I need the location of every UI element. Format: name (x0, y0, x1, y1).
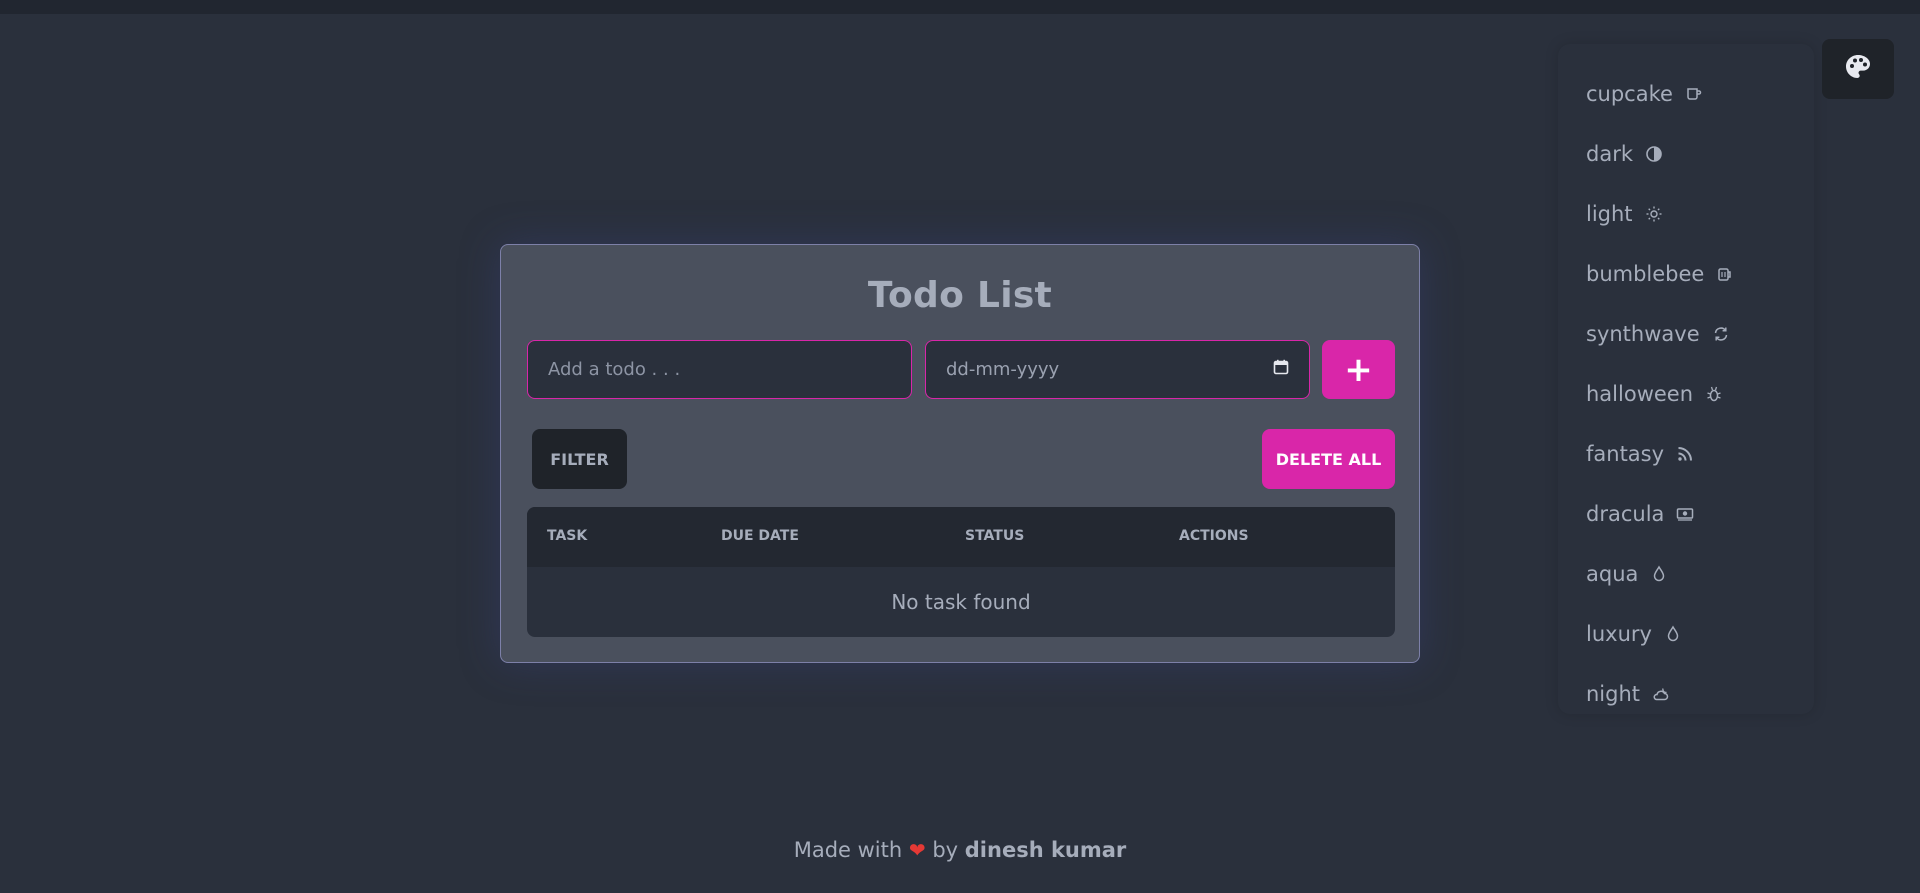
theme-label: synthwave (1586, 322, 1700, 346)
calendar-icon[interactable] (1273, 359, 1289, 380)
droplet-icon (1650, 565, 1668, 583)
droplet-icon (1664, 625, 1682, 643)
palette-icon (1844, 53, 1872, 85)
sun-icon (1645, 205, 1663, 223)
theme-label: fantasy (1586, 442, 1665, 466)
theme-item-light[interactable]: light (1586, 194, 1663, 234)
cup-icon (1685, 85, 1703, 103)
cloud-moon-icon (1652, 685, 1670, 703)
theme-item-bumblebee[interactable]: bumblebee (1586, 254, 1734, 294)
theme-dropdown-menu: cupcake dark light bumblebee synthwave h… (1558, 44, 1814, 714)
theme-label: bumblebee (1586, 262, 1705, 286)
theme-item-fantasy[interactable]: fantasy (1586, 434, 1694, 474)
column-header-task: TASK (547, 528, 588, 544)
footer: Made with ❤ by dinesh kumar (0, 838, 1920, 862)
theme-item-cupcake[interactable]: cupcake (1586, 74, 1703, 114)
footer-prefix: Made with (793, 838, 903, 862)
table-header-row: TASK DUE DATE STATUS ACTIONS (527, 507, 1395, 567)
footer-by: by (932, 838, 959, 862)
theme-label: light (1586, 202, 1633, 226)
theme-label: halloween (1586, 382, 1694, 406)
author-name: dinesh kumar (964, 838, 1127, 862)
theme-toggle-button[interactable] (1822, 39, 1894, 99)
refresh-icon (1712, 325, 1730, 343)
column-header-actions: ACTIONS (1179, 528, 1249, 544)
theme-label: cupcake (1586, 82, 1673, 106)
theme-item-dracula[interactable]: dracula (1586, 494, 1694, 534)
theme-item-synthwave[interactable]: synthwave (1586, 314, 1730, 354)
theme-label: luxury (1586, 622, 1652, 646)
todo-input[interactable]: Add a todo . . . (527, 340, 912, 399)
todo-table: TASK DUE DATE STATUS ACTIONS No task fou… (527, 507, 1395, 637)
theme-item-luxury[interactable]: luxury (1586, 614, 1682, 654)
filter-button[interactable]: FILTER (532, 429, 627, 489)
money-icon (1676, 505, 1694, 523)
todo-input-placeholder: Add a todo . . . (548, 359, 681, 380)
page-title: Todo List (867, 275, 1053, 316)
add-todo-button[interactable]: + (1322, 340, 1395, 399)
theme-item-halloween[interactable]: halloween (1586, 374, 1723, 414)
due-date-placeholder: dd-mm-yyyy (946, 359, 1060, 380)
theme-label: dracula (1586, 502, 1665, 526)
column-header-status: STATUS (965, 528, 1025, 544)
contrast-icon (1645, 145, 1663, 163)
delete-all-button[interactable]: DELETE ALL (1262, 429, 1395, 489)
empty-state-message: No task found (891, 590, 1031, 614)
theme-label: aqua (1586, 562, 1639, 586)
theme-item-dark[interactable]: dark (1586, 134, 1663, 174)
theme-label: dark (1586, 142, 1633, 166)
bug-icon (1705, 385, 1723, 403)
theme-label: night (1586, 682, 1641, 706)
rss-icon (1676, 445, 1694, 463)
theme-item-night[interactable]: night (1586, 674, 1670, 714)
browser-top-bar (0, 0, 1920, 14)
theme-item-aqua[interactable]: aqua (1586, 554, 1668, 594)
heart-icon: ❤ (908, 838, 926, 862)
beer-mug-icon (1716, 265, 1734, 283)
column-header-due-date: DUE DATE (721, 528, 799, 544)
todo-card: Todo List Add a todo . . . dd-mm-yyyy + … (500, 244, 1420, 663)
due-date-input[interactable]: dd-mm-yyyy (925, 340, 1310, 399)
